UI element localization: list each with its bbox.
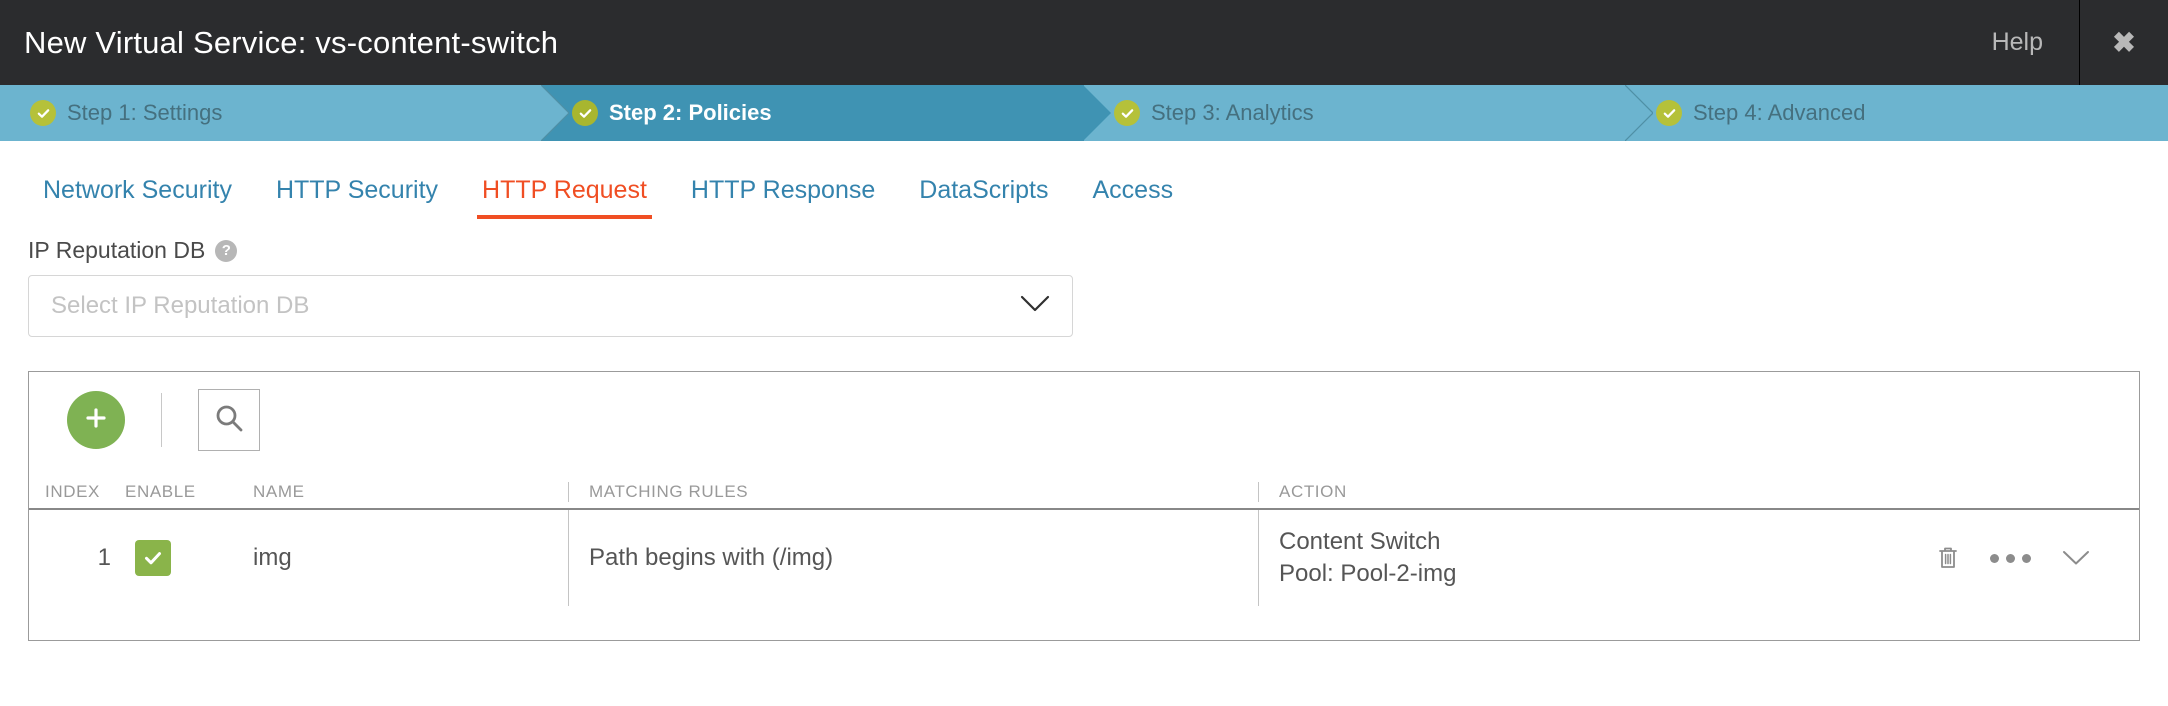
- help-button[interactable]: Help: [1956, 0, 2079, 85]
- policy-tabs: Network Security HTTP Security HTTP Requ…: [0, 141, 2168, 219]
- column-header-index: INDEX: [45, 482, 100, 501]
- ip-reputation-field: IP Reputation DB ? Select IP Reputation …: [0, 219, 2168, 337]
- dialog-titlebar: New Virtual Service: vs-content-switch H…: [0, 0, 2168, 85]
- ip-reputation-label: IP Reputation DB: [28, 237, 206, 263]
- cell-matching-rules: Path begins with (/img): [568, 510, 1258, 606]
- trash-icon[interactable]: [1936, 545, 1960, 571]
- chevron-down-icon[interactable]: [2061, 549, 2091, 567]
- tab-http-request[interactable]: HTTP Request: [477, 176, 652, 219]
- wizard-step-label: Step 4: Advanced: [1693, 100, 1866, 125]
- check-circle-icon: [30, 100, 56, 126]
- wizard-step-label: Step 1: Settings: [67, 100, 223, 125]
- check-circle-icon: [1114, 100, 1140, 126]
- titlebar-actions: Help ✖: [1956, 0, 2168, 85]
- close-icon[interactable]: ✖: [2079, 0, 2168, 85]
- chevron-down-icon: [1020, 295, 1050, 318]
- cell-name: img: [253, 544, 292, 571]
- wizard-step-label: Step 2: Policies: [609, 100, 772, 125]
- ellipsis-dot: [2006, 553, 2015, 563]
- help-icon[interactable]: ?: [215, 239, 238, 262]
- ip-reputation-placeholder: Select IP Reputation DB: [51, 292, 310, 319]
- cell-enable: [125, 510, 241, 606]
- ip-reputation-select[interactable]: Select IP Reputation DB: [28, 275, 1073, 337]
- action-text: Content Switch Pool: Pool-2-img: [1279, 526, 1456, 590]
- table-row[interactable]: 1 img Path begins with (/img) Content Sw…: [29, 510, 2139, 606]
- http-request-rules-panel: INDEX ENABLE NAME MATCHING RULES ACTION …: [28, 371, 2140, 641]
- ellipsis-dot: [1990, 553, 1999, 563]
- table-header-row: INDEX ENABLE NAME MATCHING RULES ACTION: [29, 468, 2139, 510]
- ellipsis-dot: [2022, 553, 2031, 563]
- wizard-step-1[interactable]: Step 1: Settings: [0, 85, 569, 141]
- action-pool: Pool: Pool-2-img: [1279, 560, 1457, 587]
- tab-network-security[interactable]: Network Security: [43, 176, 232, 219]
- wizard-steps: Step 1: Settings Step 2: Policies Step 3…: [0, 85, 2168, 141]
- add-rule-button[interactable]: [67, 391, 125, 449]
- wizard-step-4[interactable]: Step 4: Advanced: [1626, 85, 2168, 141]
- column-header-name: NAME: [253, 482, 305, 501]
- tab-http-response[interactable]: HTTP Response: [691, 176, 875, 219]
- tab-http-security[interactable]: HTTP Security: [276, 176, 438, 219]
- toolbar-divider: [161, 393, 162, 447]
- column-header-enable: ENABLE: [125, 482, 196, 501]
- plus-icon: [81, 403, 111, 438]
- ellipsis-icon[interactable]: [1990, 553, 2031, 563]
- cell-action: Content Switch Pool: Pool-2-img: [1258, 510, 2139, 606]
- check-circle-icon: [572, 100, 598, 126]
- row-actions: [1936, 545, 2139, 571]
- check-circle-icon: [1656, 100, 1682, 126]
- page-title: New Virtual Service: vs-content-switch: [24, 24, 559, 60]
- action-type: Content Switch: [1279, 528, 1441, 556]
- enable-checkbox[interactable]: [135, 540, 171, 576]
- ip-reputation-label-row: IP Reputation DB ?: [28, 237, 2168, 264]
- wizard-step-2[interactable]: Step 2: Policies: [542, 85, 1111, 141]
- column-header-action: ACTION: [1258, 482, 2139, 502]
- table-toolbar: [29, 372, 2139, 468]
- search-icon: [212, 401, 246, 440]
- tab-datascripts[interactable]: DataScripts: [919, 176, 1048, 219]
- cell-index: 1: [97, 544, 111, 571]
- wizard-step-label: Step 3: Analytics: [1151, 100, 1314, 125]
- search-button[interactable]: [198, 389, 260, 451]
- column-header-matching-rules: MATCHING RULES: [568, 482, 1258, 502]
- wizard-step-3[interactable]: Step 3: Analytics: [1084, 85, 1653, 141]
- tab-access[interactable]: Access: [1092, 176, 1173, 219]
